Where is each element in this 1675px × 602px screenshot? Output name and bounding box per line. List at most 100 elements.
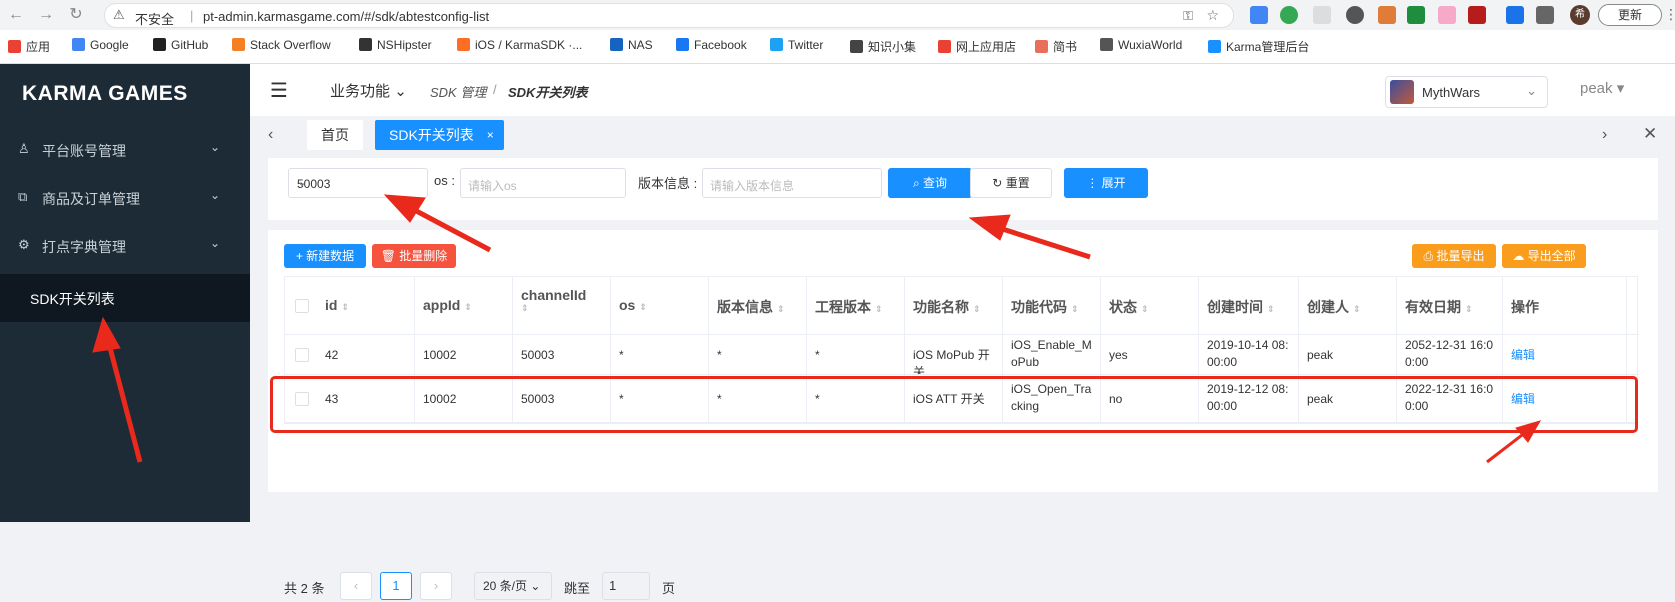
- forward-icon[interactable]: →: [36, 5, 56, 25]
- bookmark-item[interactable]: 知识小集: [850, 38, 916, 55]
- sort-icon[interactable]: ⇕: [341, 302, 349, 312]
- bookmark-item[interactable]: 应用: [8, 38, 50, 55]
- key-icon[interactable]: ⚿: [1183, 8, 1193, 24]
- column-header[interactable]: channelId ⇕: [513, 277, 611, 334]
- extension-icon[interactable]: [1407, 6, 1425, 24]
- sort-icon[interactable]: ⇕: [777, 304, 785, 314]
- column-header[interactable]: 操作: [1503, 277, 1627, 334]
- column-header[interactable]: 功能名称 ⇕: [905, 277, 1003, 334]
- column-header[interactable]: 功能代码 ⇕: [1003, 277, 1101, 334]
- sort-icon[interactable]: ⇕: [1267, 304, 1275, 314]
- bookmark-item[interactable]: NSHipster: [359, 38, 432, 52]
- extension-icon[interactable]: [1438, 6, 1456, 24]
- bookmark-item[interactable]: Karma管理后台: [1208, 38, 1309, 55]
- reset-button[interactable]: ↻ 重置: [970, 168, 1052, 198]
- sort-icon[interactable]: ⇕: [1141, 304, 1149, 314]
- bookmark-item[interactable]: Twitter: [770, 38, 823, 52]
- sort-icon[interactable]: ⇕: [1071, 304, 1079, 314]
- close-icon[interactable]: ×: [487, 120, 494, 150]
- sort-icon[interactable]: ⇕: [1465, 304, 1473, 314]
- extension-icon[interactable]: [1313, 6, 1331, 24]
- query-button[interactable]: ⌕ 查询: [888, 168, 972, 198]
- column-header[interactable]: 创建人 ⇕: [1299, 277, 1397, 334]
- sidebar-item-label: 商品及订单管理: [42, 191, 140, 207]
- sidebar-item-accounts[interactable]: ♙ 平台账号管理 ⌄: [0, 130, 250, 170]
- extension-icon[interactable]: [1468, 6, 1486, 24]
- column-header[interactable]: appId ⇕: [415, 277, 513, 334]
- column-header[interactable]: 工程版本 ⇕: [807, 277, 905, 334]
- column-header[interactable]: os ⇕: [611, 277, 709, 334]
- next-page-button[interactable]: ›: [420, 572, 452, 600]
- breadcrumb-item[interactable]: SDK 管理: [430, 82, 486, 101]
- game-name: MythWars: [1422, 85, 1481, 100]
- reload-icon[interactable]: ↻: [66, 5, 86, 25]
- table-cell: *: [611, 335, 709, 374]
- extension-icon[interactable]: [1346, 6, 1364, 24]
- game-select[interactable]: MythWars ⌄: [1385, 76, 1548, 108]
- bookmark-item[interactable]: iOS / KarmaSDK ·...: [457, 38, 582, 52]
- bookmark-label: 应用: [26, 40, 51, 54]
- sort-icon[interactable]: ⇕: [1353, 304, 1361, 314]
- page-number[interactable]: 1: [380, 572, 412, 600]
- column-header[interactable]: 有效日期 ⇕: [1397, 277, 1503, 334]
- bookmark-item[interactable]: NAS: [610, 38, 653, 52]
- channel-select[interactable]: 50003 ⌄: [288, 168, 428, 198]
- back-icon[interactable]: ←: [6, 5, 26, 25]
- top-navbar: ☰ 业务功能 ⌄ SDK 管理 / SDK开关列表 MythWars ⌄ pea…: [250, 64, 1675, 116]
- column-header[interactable]: 创建时间 ⇕: [1199, 277, 1299, 334]
- translate-icon[interactable]: [1250, 6, 1268, 24]
- menu-fold-icon[interactable]: ☰: [270, 78, 288, 103]
- more-menu-icon[interactable]: ⋮: [1664, 6, 1675, 23]
- sort-icon[interactable]: ⇕: [639, 302, 647, 312]
- bookmark-item[interactable]: Facebook: [676, 38, 747, 52]
- extension-icon[interactable]: [1378, 6, 1396, 24]
- batch-export-button[interactable]: ⎙ 批量导出: [1412, 244, 1496, 268]
- edit-link[interactable]: 编辑: [1503, 335, 1627, 374]
- sort-icon[interactable]: ⇕: [464, 302, 472, 312]
- sidebar-subitem-sdk-switch-list[interactable]: SDK开关列表: [0, 274, 250, 322]
- bookmark-icon: [232, 38, 245, 51]
- column-header[interactable]: 版本信息 ⇕: [709, 277, 807, 334]
- export-all-button[interactable]: ☁ 导出全部: [1502, 244, 1586, 268]
- sort-icon[interactable]: ⇕: [521, 303, 602, 314]
- business-menu[interactable]: 业务功能 ⌄: [330, 80, 407, 101]
- prev-page-button[interactable]: ‹: [340, 572, 372, 600]
- sort-icon[interactable]: ⇕: [875, 304, 883, 314]
- bookmark-label: Karma管理后台: [1226, 40, 1310, 54]
- column-header-label: 创建时间: [1207, 299, 1263, 315]
- extension-icon[interactable]: [1506, 6, 1524, 24]
- sort-icon[interactable]: ⇕: [973, 304, 981, 314]
- bookmark-item[interactable]: 网上应用店: [938, 38, 1016, 55]
- profile-avatar[interactable]: 希: [1570, 5, 1590, 25]
- page-size-select[interactable]: 20 条/页 ⌄: [474, 572, 552, 600]
- column-header[interactable]: id ⇕: [317, 277, 415, 334]
- bookmark-item[interactable]: Stack Overflow: [232, 38, 331, 52]
- user-menu[interactable]: peak ▾: [1580, 79, 1624, 97]
- close-icon[interactable]: ✕: [1643, 124, 1657, 144]
- jump-input[interactable]: 1: [602, 572, 650, 600]
- column-header[interactable]: 状态 ⇕: [1101, 277, 1199, 334]
- expand-button[interactable]: ⋮ 展开: [1064, 168, 1148, 198]
- update-button[interactable]: 更新: [1598, 4, 1662, 26]
- row-checkbox[interactable]: [295, 348, 309, 362]
- version-input[interactable]: 请输入版本信息: [702, 168, 882, 198]
- tab-sdk-switch-list[interactable]: SDK开关列表 ×: [375, 120, 504, 150]
- tab-home[interactable]: 首页: [307, 120, 363, 150]
- extension-icon[interactable]: [1280, 6, 1298, 24]
- bookmark-item[interactable]: GitHub: [153, 38, 208, 52]
- address-bar[interactable]: ⚠ 不安全 | pt-admin.karmasgame.com/#/sdk/ab…: [104, 3, 1234, 28]
- url-text[interactable]: pt-admin.karmasgame.com/#/sdk/abtestconf…: [203, 9, 489, 24]
- star-icon[interactable]: ☆: [1206, 7, 1219, 24]
- bookmark-item[interactable]: WuxiaWorld: [1100, 38, 1182, 52]
- puzzle-icon[interactable]: [1536, 6, 1554, 24]
- sidebar-item-orders[interactable]: ⧉ 商品及订单管理 ⌄: [0, 178, 250, 218]
- os-input[interactable]: 请输入os: [460, 168, 626, 198]
- new-data-button[interactable]: + 新建数据: [284, 244, 366, 268]
- chevron-right-icon[interactable]: ›: [1602, 126, 1607, 144]
- sidebar-item-dictionary[interactable]: ⚙ 打点字典管理 ⌄: [0, 226, 250, 266]
- batch-delete-button[interactable]: 🗑 批量删除: [372, 244, 456, 268]
- bookmark-item[interactable]: Google: [72, 38, 129, 52]
- chevron-left-icon[interactable]: ‹: [268, 126, 273, 144]
- select-all-checkbox[interactable]: [295, 299, 309, 313]
- bookmark-item[interactable]: 简书: [1035, 38, 1077, 55]
